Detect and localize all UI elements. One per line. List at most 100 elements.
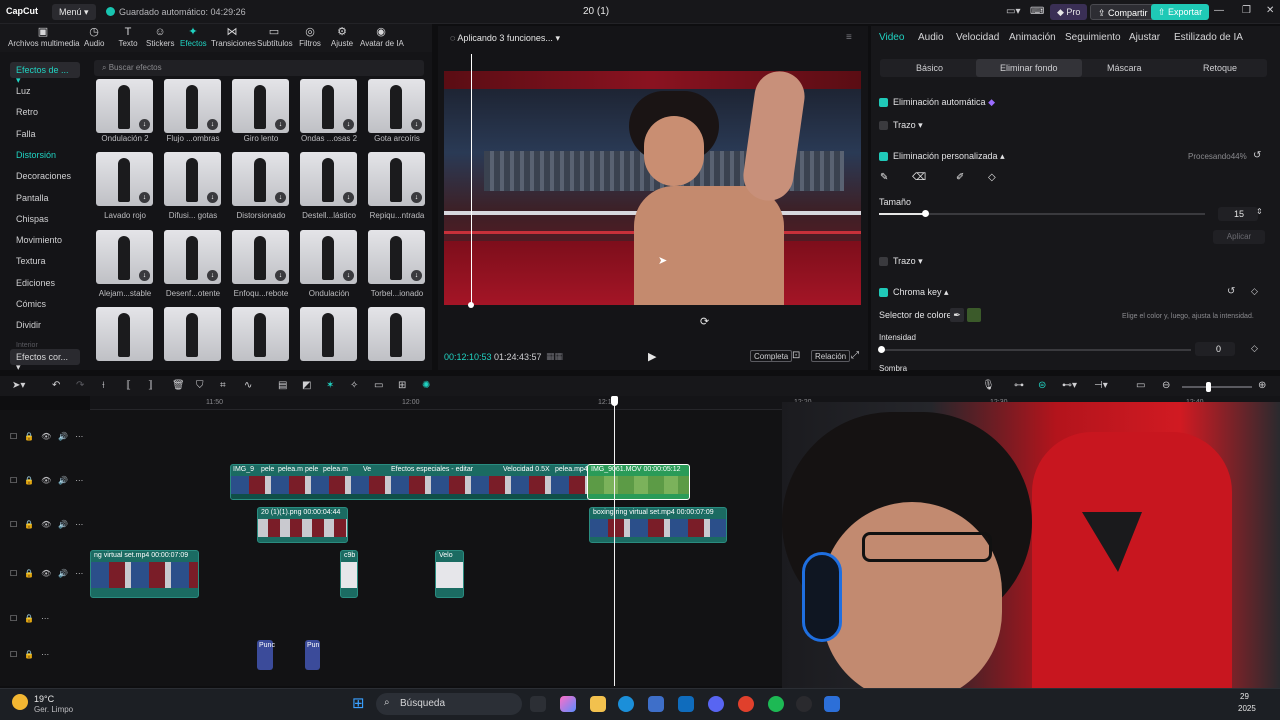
effect-thumbnail[interactable]: ↓ [96, 79, 153, 133]
effect-thumbnail[interactable]: ↓ [232, 79, 289, 133]
effect-thumbnail[interactable]: ↓ [368, 152, 425, 206]
redo-icon[interactable]: ↷ [76, 380, 84, 391]
effects-search-input[interactable]: ⌕ Buscar efectos [94, 60, 424, 76]
obs-icon[interactable] [796, 696, 812, 712]
effects-category-10[interactable]: Cómics [16, 299, 46, 309]
png-clip[interactable]: 20 (1)(1).png 00:00:04:44 [257, 507, 348, 543]
eraser-icon[interactable]: ◇ [988, 172, 996, 183]
processing-status[interactable]: ◌ Aplicando 3 funciones... ▾ [450, 33, 560, 44]
spotify-icon[interactable] [768, 696, 784, 712]
custom-removal-checkbox[interactable] [879, 152, 888, 161]
lock-icon[interactable]: 🔒 [24, 476, 41, 485]
property-tab-1[interactable]: Audio [918, 32, 944, 43]
maximize-icon[interactable]: ❐ [1242, 5, 1251, 16]
effect-thumbnail[interactable] [368, 307, 425, 361]
resize-icon[interactable]: ⊞ [398, 380, 406, 391]
effects-category-6[interactable]: Chispas [16, 214, 49, 224]
effects-category-3[interactable]: Distorsión [16, 150, 56, 160]
zoom-in-icon[interactable]: ⊕ [1258, 380, 1266, 391]
property-tab-6[interactable]: Estilizado de IA [1174, 32, 1243, 43]
rotate-icon[interactable]: ⟳ [700, 315, 709, 328]
lock-icon[interactable]: 🔒 [24, 520, 41, 529]
crop-handle[interactable] [468, 302, 474, 308]
video-subtab-3[interactable]: Retoque [1203, 63, 1237, 73]
freeze-icon[interactable]: ▤ [278, 380, 287, 391]
tool-tab-texto[interactable]: T Texto [118, 26, 138, 48]
download-icon[interactable]: ↓ [343, 270, 354, 281]
download-icon[interactable]: ↓ [343, 192, 354, 203]
property-tab-3[interactable]: Animación [1009, 32, 1056, 43]
menu-button[interactable]: Menú ▾ [52, 4, 96, 20]
effects-category-7[interactable]: Movimiento [16, 235, 62, 245]
smart-eraser-icon[interactable]: ⌫ [912, 172, 926, 183]
eye-icon[interactable]: 👁 [41, 432, 58, 441]
ratio-button[interactable]: Relación [811, 350, 851, 362]
track-toggle-icon[interactable]: ☐ [10, 650, 24, 659]
outlook-icon[interactable] [678, 696, 694, 712]
eye-icon[interactable]: 👁 [41, 476, 58, 485]
more-icon[interactable]: ⋯ [41, 650, 56, 659]
effects-category-0[interactable]: Luz [16, 86, 31, 96]
intensity-slider-knob[interactable] [878, 346, 885, 353]
effects-category-2[interactable]: Falla [16, 129, 36, 139]
effects-category-8[interactable]: Textura [16, 256, 46, 266]
volume-icon[interactable]: 🔊 [58, 432, 75, 441]
share-button[interactable]: ⇪ Compartir [1090, 4, 1156, 20]
stroke-checkbox[interactable] [879, 121, 888, 130]
effects-category-5[interactable]: Pantalla [16, 193, 49, 203]
effect-thumbnail[interactable]: ↓ [300, 79, 357, 133]
video-subtab-2[interactable]: Máscara [1107, 63, 1142, 73]
more-icon[interactable]: ⋯ [75, 520, 90, 529]
size-stepper-icon[interactable]: ⇕ [1256, 207, 1263, 216]
track-toggle-icon[interactable]: ☐ [10, 432, 24, 441]
property-tab-4[interactable]: Seguimiento [1065, 32, 1121, 43]
property-tab-0[interactable]: Video [879, 32, 904, 43]
download-icon[interactable]: ↓ [139, 119, 150, 130]
file-explorer-icon[interactable] [590, 696, 606, 712]
boxing-clip[interactable]: boxing ring virtual set.mp4 00:00:07:09 [589, 507, 727, 543]
app-icon[interactable] [824, 696, 840, 712]
windows-start-icon[interactable]: ⊞ [352, 696, 365, 712]
size-slider[interactable] [879, 210, 1205, 217]
menu-lines-icon[interactable]: ≡ [846, 32, 852, 43]
preview-axis-icon[interactable]: ⊣▾ [1094, 380, 1108, 391]
auto-removal-checkbox[interactable] [879, 98, 888, 107]
effect-thumbnail[interactable] [164, 307, 221, 361]
play-button[interactable]: ▶ [648, 350, 656, 363]
video-subtab-0[interactable]: Básico [916, 63, 943, 73]
tool-tab-subt-tulos[interactable]: ▭ Subtítulos [257, 26, 293, 48]
volume-icon[interactable]: 🔊 [58, 476, 75, 485]
effects-category-1[interactable]: Retro [16, 107, 38, 117]
effect-thumbnail[interactable] [232, 307, 289, 361]
effects-category-11[interactable]: Dividir [16, 320, 41, 330]
smart-brush-icon[interactable]: ✎ [880, 172, 888, 183]
taskbar-search[interactable]: ⌕ Búsqueda [376, 693, 522, 715]
lock-icon[interactable]: 🔒 [24, 614, 41, 623]
effects-category-9[interactable]: Ediciones [16, 278, 55, 288]
property-tab-5[interactable]: Ajustar [1129, 32, 1160, 43]
eye-icon[interactable]: 👁 [41, 520, 58, 529]
effects-secondary-dropdown[interactable]: Efectos cor... ▾ [10, 349, 80, 372]
mirror-icon[interactable]: ◩ [302, 380, 311, 391]
volume-icon[interactable]: 🔊 [58, 520, 75, 529]
lock-icon[interactable]: 🔒 [24, 569, 41, 578]
effect-thumbnail[interactable]: ↓ [232, 230, 289, 284]
zoom-out-icon[interactable]: ⊖ [1162, 380, 1170, 391]
download-icon[interactable]: ↓ [139, 270, 150, 281]
intensity-slider[interactable] [878, 346, 1191, 353]
download-icon[interactable]: ↓ [207, 192, 218, 203]
effect-thumbnail[interactable]: ↓ [368, 230, 425, 284]
effects-category-4[interactable]: Decoraciones [16, 171, 71, 181]
stroke2-toggle[interactable]: Trazo ▾ [893, 256, 923, 267]
tool-tab-ajuste[interactable]: ⚙ Ajuste [330, 26, 354, 48]
store-icon[interactable] [648, 696, 664, 712]
track-toggle-icon[interactable]: ☐ [10, 520, 24, 529]
tool-tab-audio[interactable]: ◷ Audio [84, 26, 104, 48]
lock-icon[interactable]: 🔒 [24, 650, 41, 659]
lock-icon[interactable]: 🔒 [24, 432, 41, 441]
download-icon[interactable]: ↓ [275, 119, 286, 130]
reset-icon[interactable]: ↺ [1253, 150, 1261, 161]
download-icon[interactable]: ↓ [411, 270, 422, 281]
quality-button[interactable]: Completa [750, 350, 793, 362]
track-toggle-icon[interactable]: ☐ [10, 614, 24, 623]
